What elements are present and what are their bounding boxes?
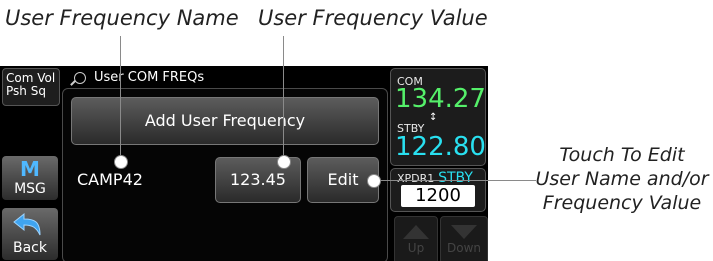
transponder-box[interactable]: XPDR1 STBY 1200 xyxy=(390,168,486,212)
callout-touch-to-edit: Touch To Edit User Name and/or Frequency… xyxy=(532,143,712,215)
frequency-list-panel: Add User Frequency CAMP42 123.45 Edit xyxy=(62,88,388,261)
user-frequency-name: CAMP42 xyxy=(77,170,143,189)
back-button[interactable]: Back xyxy=(2,208,58,260)
com-standby-frequency: 122.80 xyxy=(395,132,486,162)
back-arrow-icon xyxy=(13,212,41,236)
com-volume-button[interactable]: Com Vol Psh Sq xyxy=(2,68,60,106)
leader-line-name xyxy=(120,36,121,160)
xpdr-label-row: XPDR1 STBY xyxy=(397,171,473,186)
leader-line-value xyxy=(283,36,284,160)
msg-button[interactable]: M MSG xyxy=(2,156,58,200)
up-label: Up xyxy=(407,241,425,255)
frequency-row: CAMP42 123.45 Edit xyxy=(63,155,387,205)
callout-touch-to-edit-line3: Frequency Value xyxy=(542,192,702,214)
callout-touch-to-edit-line2: User Name and/or xyxy=(535,168,709,190)
com-active-frequency: 134.27 xyxy=(395,84,486,114)
down-label: Down xyxy=(446,241,481,255)
up-arrow-icon xyxy=(403,225,429,239)
xpdr-mode: STBY xyxy=(438,170,473,186)
search-icon xyxy=(74,72,86,84)
psh-sq-label: Psh Sq xyxy=(6,84,46,98)
page-title-bar: User COM FREQs xyxy=(62,68,382,88)
up-button[interactable]: Up xyxy=(394,216,438,261)
msg-icon: M xyxy=(20,157,40,181)
callout-user-frequency-value: User Frequency Value xyxy=(258,6,488,30)
add-user-frequency-button[interactable]: Add User Frequency xyxy=(71,97,379,145)
down-arrow-icon xyxy=(451,225,477,239)
swap-arrows-icon: ↕ xyxy=(429,112,438,123)
back-label: Back xyxy=(13,240,47,256)
xpdr-label: XPDR1 xyxy=(397,172,435,185)
xpdr-code: 1200 xyxy=(415,185,461,206)
leader-dot-name xyxy=(114,155,128,169)
com-frequency-box[interactable]: COM 134.27 ↕ STBY 122.80 xyxy=(390,68,486,166)
msg-label: MSG xyxy=(14,181,46,197)
leader-dot-value xyxy=(277,155,291,169)
leader-dot-edit xyxy=(367,174,381,188)
xpdr-code-box: 1200 xyxy=(401,185,475,207)
device-screen: Com Vol Psh Sq M MSG Back User COM FREQs… xyxy=(0,66,488,261)
down-button[interactable]: Down xyxy=(440,216,488,261)
callout-user-frequency-name: User Frequency Name xyxy=(5,6,239,30)
callout-touch-to-edit-line1: Touch To Edit xyxy=(559,144,685,166)
page-title: User COM FREQs xyxy=(94,70,205,85)
leader-line-edit xyxy=(372,180,536,181)
